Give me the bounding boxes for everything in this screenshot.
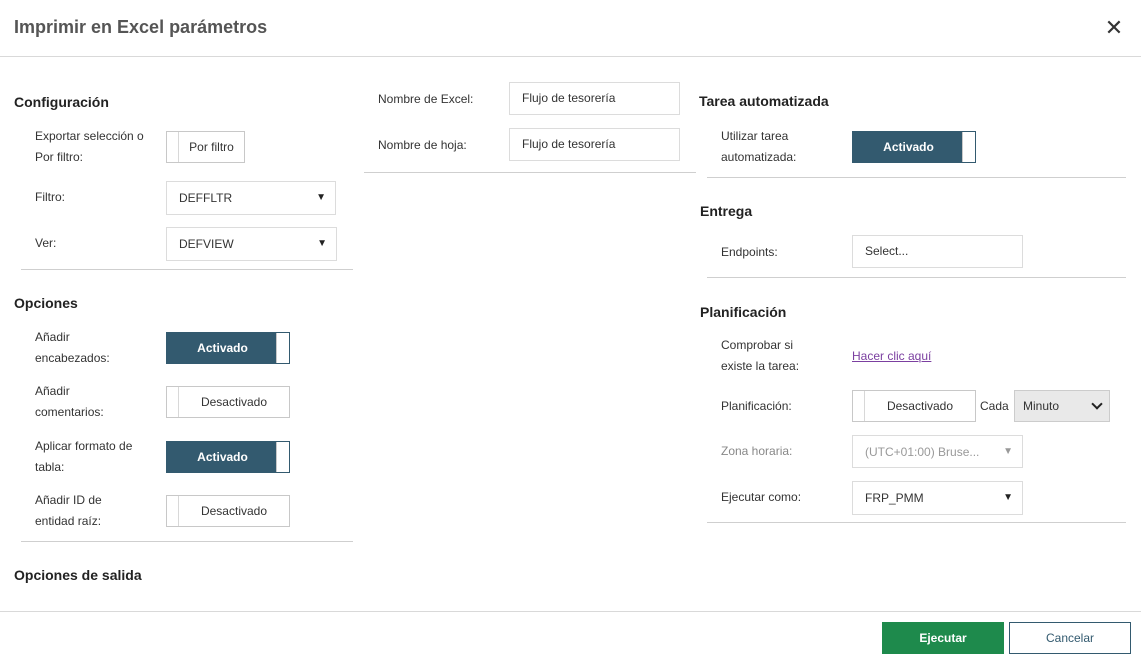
- runas-label: Ejecutar como:: [721, 490, 802, 504]
- plan-label: Planificación:: [721, 399, 792, 413]
- automation-title: Tarea automatizada: [699, 93, 829, 109]
- close-icon[interactable]: ✕: [1103, 17, 1125, 39]
- excel-name-label: Nombre de Excel:: [378, 92, 474, 106]
- filter-select[interactable]: DEFFLTR ▼: [166, 181, 336, 215]
- caret-down-icon: ▼: [317, 238, 327, 249]
- table-label: Aplicar formato de tabla:: [35, 439, 133, 474]
- divider: [21, 541, 353, 542]
- divider: [707, 522, 1126, 523]
- runas-select[interactable]: FRP_PMM ▼: [852, 481, 1023, 515]
- delivery-title: Entrega: [700, 203, 753, 219]
- filter-value: DEFFLTR: [179, 191, 233, 205]
- endpoints-select[interactable]: Select...: [852, 235, 1023, 268]
- headers-toggle[interactable]: Activado: [166, 332, 290, 364]
- cancel-button[interactable]: Cancelar: [1009, 622, 1131, 654]
- schedule-title: Planificación: [700, 304, 787, 320]
- headers-toggle-label: Activado: [197, 341, 248, 355]
- runas-value: FRP_PMM: [865, 491, 924, 505]
- toggle-knob: [167, 132, 179, 162]
- toggle-knob: [853, 391, 865, 421]
- footer-divider: [0, 611, 1141, 612]
- export-toggle[interactable]: Por filtro: [166, 131, 245, 163]
- dialog-title: Imprimir en Excel parámetros: [14, 17, 268, 37]
- automation-toggle[interactable]: Activado: [852, 131, 976, 163]
- comments-toggle-label: Desactivado: [200, 395, 268, 409]
- toggle-knob: [167, 387, 179, 417]
- run-button[interactable]: Ejecutar: [882, 622, 1004, 654]
- headers-label: Añadir encabezados:: [35, 330, 110, 365]
- rootid-toggle-label: Desactivado: [200, 504, 268, 518]
- toggle-knob: [276, 442, 289, 472]
- filter-label: Filtro:: [35, 190, 65, 204]
- sheet-name-label: Nombre de hoja:: [378, 138, 467, 152]
- automation-toggle-label: Activado: [883, 140, 934, 154]
- rootid-toggle[interactable]: Desactivado: [166, 495, 290, 527]
- toggle-knob: [962, 132, 975, 162]
- table-toggle-label: Activado: [197, 450, 248, 464]
- timezone-select[interactable]: (UTC+01:00) Bruse... ▼: [852, 435, 1023, 468]
- view-value: DEFVIEW: [179, 237, 234, 251]
- config-title: Configuración: [14, 94, 109, 110]
- caret-down-icon: ▼: [316, 192, 326, 203]
- divider: [21, 269, 353, 270]
- toggle-knob: [167, 496, 179, 526]
- plan-toggle-label: Desactivado: [886, 399, 954, 413]
- view-label: Ver:: [35, 236, 57, 250]
- dialog-header: Imprimir en Excel parámetros ✕: [0, 0, 1141, 57]
- timezone-label: Zona horaria:: [721, 444, 793, 458]
- export-label: Exportar selección o Por filtro:: [35, 129, 144, 164]
- view-select[interactable]: DEFVIEW ▼: [166, 227, 337, 261]
- timezone-value: (UTC+01:00) Bruse...: [865, 445, 980, 459]
- endpoints-label: Endpoints:: [721, 245, 778, 259]
- rootid-label: Añadir ID de entidad raíz:: [35, 493, 102, 528]
- every-label: Cada: [980, 399, 1009, 413]
- check-link[interactable]: Hacer clic aquí: [852, 349, 931, 363]
- export-toggle-label: Por filtro: [189, 140, 234, 154]
- comments-toggle[interactable]: Desactivado: [166, 386, 290, 418]
- caret-down-icon: ▼: [1003, 446, 1013, 457]
- sheet-name-input[interactable]: Flujo de tesorería: [509, 128, 680, 161]
- check-label: Comprobar si existe la tarea:: [721, 338, 800, 373]
- plan-toggle[interactable]: Desactivado: [852, 390, 976, 422]
- every-value: Minuto: [1023, 399, 1060, 413]
- options-title: Opciones: [14, 295, 78, 311]
- excel-name-input[interactable]: Flujo de tesorería: [509, 82, 680, 115]
- table-toggle[interactable]: Activado: [166, 441, 290, 473]
- caret-down-icon: ▼: [1003, 492, 1013, 503]
- divider: [707, 177, 1126, 178]
- toggle-knob: [276, 333, 289, 363]
- every-select[interactable]: Minuto: [1014, 390, 1110, 422]
- chevron-down-icon: [1091, 398, 1103, 410]
- comments-label: Añadir comentarios:: [35, 384, 104, 419]
- automation-label: Utilizar tarea automatizada:: [721, 129, 797, 164]
- output-title: Opciones de salida: [14, 567, 142, 583]
- divider: [364, 172, 696, 173]
- divider: [707, 277, 1126, 278]
